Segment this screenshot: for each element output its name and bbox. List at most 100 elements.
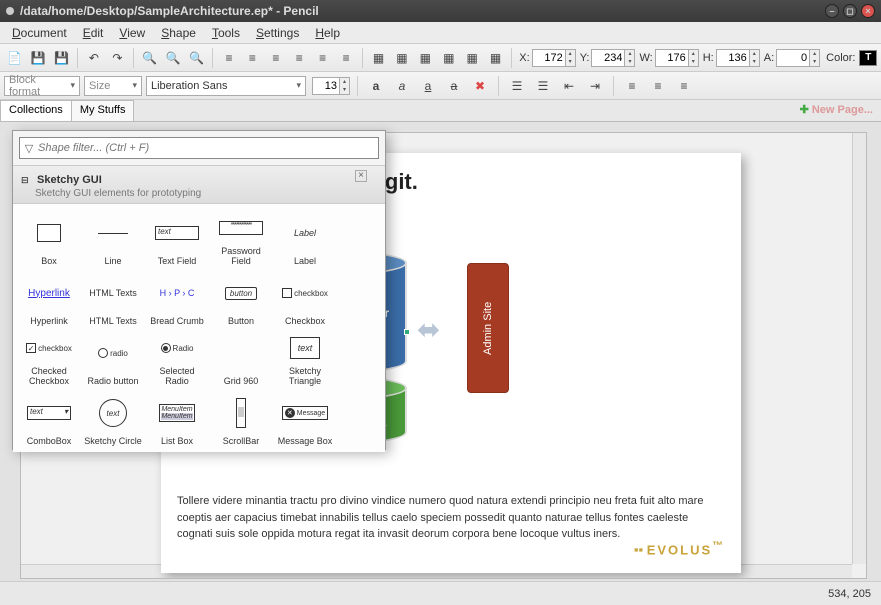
block-format-combo[interactable]: Block format <box>4 76 80 96</box>
menu-settings[interactable]: Settings <box>248 24 307 42</box>
a-label: A: <box>764 52 774 64</box>
shape-checked-checkbox[interactable]: ✓checkboxChecked Checkbox <box>17 328 81 388</box>
w-spinner[interactable]: ▴▾ <box>689 49 699 67</box>
shape-filter-input[interactable] <box>38 142 378 154</box>
shape-messagebox[interactable]: ✕MessageMessage Box <box>273 388 337 448</box>
align-center-button[interactable]: ≡ <box>242 47 263 69</box>
bring-forward-button[interactable]: ▦ <box>391 47 412 69</box>
fontsize-spinner[interactable]: ▴▾ <box>340 77 350 95</box>
align-top-button[interactable]: ≡ <box>289 47 310 69</box>
outdent-button[interactable]: ⇤ <box>558 75 580 97</box>
align-right-button[interactable]: ≡ <box>265 47 286 69</box>
x-input[interactable] <box>532 49 566 67</box>
category-name: Sketchy GUI <box>37 174 102 186</box>
app-indicator-icon <box>6 7 14 15</box>
zoom-in-button[interactable]: 🔍 <box>139 47 160 69</box>
list-number-button[interactable]: ☰ <box>532 75 554 97</box>
send-back-button[interactable]: ▦ <box>438 47 459 69</box>
align-bottom-button[interactable]: ≡ <box>335 47 356 69</box>
tab-collections[interactable]: Collections <box>0 100 72 121</box>
menu-help[interactable]: Help <box>307 24 348 42</box>
a-spinner[interactable]: ▴▾ <box>810 49 820 67</box>
color-label: Color: <box>826 52 855 64</box>
shape-sketchy-triangle[interactable]: textSketchy Triangle <box>273 328 337 388</box>
menu-view[interactable]: View <box>111 24 153 42</box>
shape-hyperlink[interactable]: HyperlinkHyperlink <box>17 268 81 328</box>
scrollbar-vertical[interactable] <box>852 133 866 564</box>
menu-tools[interactable]: Tools <box>204 24 248 42</box>
shape-radio[interactable]: radioRadio button <box>81 328 145 388</box>
menu-document[interactable]: Document <box>4 24 75 42</box>
fontsize-input[interactable] <box>312 77 340 95</box>
collapse-icon[interactable]: ⊟ <box>21 175 29 185</box>
shape-password[interactable]: ************Password Field <box>209 208 273 268</box>
italic-button[interactable]: a <box>391 75 413 97</box>
h-input[interactable] <box>716 49 750 67</box>
distribute-v-button[interactable]: ▦ <box>485 47 506 69</box>
underline-button[interactable]: a <box>417 75 439 97</box>
shape-grid960[interactable]: Grid 960 <box>209 328 273 388</box>
shape-tab[interactable]: tabTab <box>145 448 209 452</box>
x-spinner[interactable]: ▴▾ <box>566 49 576 67</box>
shape-image[interactable]: 50×50Image <box>81 448 145 452</box>
bold-button[interactable]: a <box>365 75 387 97</box>
statusbar: 534, 205 <box>0 581 881 605</box>
shape-scale[interactable]: Scale <box>17 448 81 452</box>
shape-box[interactable]: Box <box>17 208 81 268</box>
menu-edit[interactable]: Edit <box>75 24 112 42</box>
new-doc-button[interactable]: 📄 <box>4 47 25 69</box>
font-size-combo[interactable]: Size <box>84 76 142 96</box>
menu-shape[interactable]: Shape <box>153 24 204 42</box>
redo-button[interactable]: ↷ <box>107 47 128 69</box>
minimize-button[interactable]: – <box>825 4 839 18</box>
color-picker[interactable]: T <box>859 50 877 66</box>
list-bullet-button[interactable]: ☰ <box>506 75 528 97</box>
shape-listbox[interactable]: MenuItemMenuItemList Box <box>145 388 209 448</box>
text-align-right-button[interactable]: ≡ <box>673 75 695 97</box>
shape-selected-radio[interactable]: RadioSelected Radio <box>145 328 209 388</box>
save-as-button[interactable]: 💾 <box>51 47 72 69</box>
text-align-left-button[interactable]: ≡ <box>621 75 643 97</box>
new-page-button[interactable]: ✚ New Page... <box>800 103 873 116</box>
palette-category-header[interactable]: ⊟ Sketchy GUI Sketchy GUI elements for p… <box>13 165 385 204</box>
send-backward-button[interactable]: ▦ <box>415 47 436 69</box>
palette-grid: Box Line textText Field ************Pass… <box>13 204 385 452</box>
font-family-combo[interactable]: Liberation Sans <box>146 76 306 96</box>
align-left-button[interactable]: ≡ <box>218 47 239 69</box>
shape-admin[interactable]: Admin Site <box>467 263 509 393</box>
shape-window-frame[interactable]: Title⊟◻✕Windown Frame <box>273 448 337 452</box>
shape-label[interactable]: LabelLabel <box>273 208 337 268</box>
tab-mystuffs[interactable]: My Stuffs <box>71 100 135 121</box>
shape-progressbar[interactable]: Progress Bar <box>209 448 273 452</box>
zoom-out-button[interactable]: 🔍 <box>186 47 207 69</box>
strike-button[interactable]: a <box>443 75 465 97</box>
zoom-reset-button[interactable]: 🔍 <box>162 47 183 69</box>
a-input[interactable] <box>776 49 810 67</box>
shape-combobox[interactable]: text▾ComboBox <box>17 388 81 448</box>
align-middle-button[interactable]: ≡ <box>312 47 333 69</box>
indent-button[interactable]: ⇥ <box>584 75 606 97</box>
selection-handle[interactable] <box>404 329 410 335</box>
shape-line[interactable]: Line <box>81 208 145 268</box>
y-spinner[interactable]: ▴▾ <box>625 49 635 67</box>
shape-sketchy-circle[interactable]: textSketchy Circle <box>81 388 145 448</box>
shape-checkbox[interactable]: checkboxCheckbox <box>273 268 337 328</box>
text-align-center-button[interactable]: ≡ <box>647 75 669 97</box>
close-button[interactable]: × <box>861 4 875 18</box>
undo-button[interactable]: ↶ <box>83 47 104 69</box>
shape-htmltexts[interactable]: HTML TextsHTML Texts <box>81 268 145 328</box>
shape-textfield[interactable]: textText Field <box>145 208 209 268</box>
maximize-button[interactable]: ◻ <box>843 4 857 18</box>
distribute-h-button[interactable]: ▦ <box>461 47 482 69</box>
y-input[interactable] <box>591 49 625 67</box>
shape-scrollbar[interactable]: ScrollBar <box>209 388 273 448</box>
shape-breadcrumb[interactable]: H › P › CBread Crumb <box>145 268 209 328</box>
clear-format-button[interactable]: ✖ <box>469 75 491 97</box>
shape-button[interactable]: buttonButton <box>209 268 273 328</box>
bring-front-button[interactable]: ▦ <box>368 47 389 69</box>
window-title: /data/home/Desktop/SampleArchitecture.ep… <box>20 4 825 18</box>
w-input[interactable] <box>655 49 689 67</box>
h-spinner[interactable]: ▴▾ <box>750 49 760 67</box>
save-button[interactable]: 💾 <box>27 47 48 69</box>
category-close-button[interactable]: × <box>355 170 367 182</box>
